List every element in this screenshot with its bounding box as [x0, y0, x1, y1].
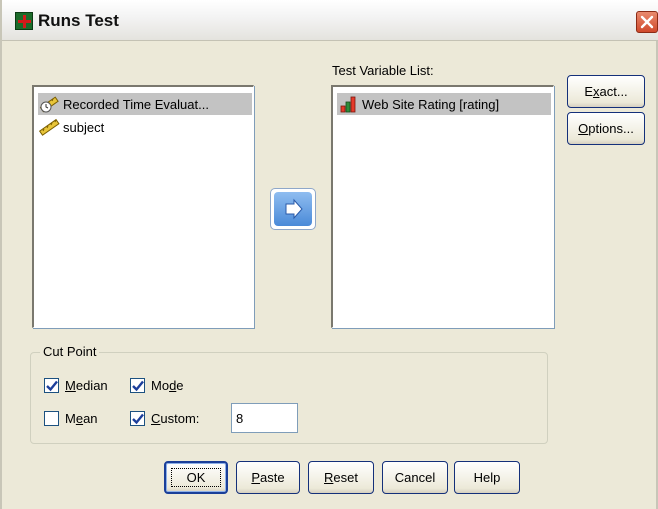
cancel-button-label: Cancel	[394, 470, 436, 485]
close-icon	[640, 15, 654, 29]
options-button-label: ptions...	[588, 121, 634, 136]
list-item[interactable]: subject	[38, 116, 104, 138]
arrow-right-icon	[285, 198, 303, 220]
mode-checkbox-box[interactable]	[130, 378, 145, 393]
mean-checkbox-box[interactable]	[44, 411, 59, 426]
checkmark-icon	[132, 380, 144, 392]
paste-button-label: aste	[260, 470, 285, 485]
app-grid-icon	[15, 12, 33, 30]
checkmark-icon	[132, 413, 144, 425]
median-checkbox[interactable]: Median	[44, 378, 108, 393]
median-checkbox-box[interactable]	[44, 378, 59, 393]
median-label: Median	[65, 378, 108, 393]
ordinal-bars-icon	[337, 94, 359, 114]
paste-button-mnemonic: P	[251, 470, 261, 485]
list-item-label: subject	[63, 119, 105, 135]
focus-rect	[171, 468, 221, 487]
reset-button-label: eset	[333, 470, 358, 485]
title-bar[interactable]: Runs Test	[2, 0, 658, 41]
runs-test-dialog: Runs Test Recorded Time Evaluat... subje…	[0, 0, 658, 509]
move-variable-button[interactable]	[270, 188, 316, 230]
dialog-title: Runs Test	[38, 11, 119, 30]
exact-button-label-rest: act...	[599, 84, 628, 99]
reset-button[interactable]: Reset	[308, 461, 374, 494]
options-button-mnemonic: O	[578, 121, 589, 136]
mean-label: Mean	[65, 411, 98, 426]
test-variable-list-label: Test Variable List:	[332, 63, 434, 78]
source-variable-list[interactable]: Recorded Time Evaluat... subject	[32, 85, 254, 328]
paste-button[interactable]: Paste	[236, 461, 300, 494]
checkmark-icon	[46, 380, 58, 392]
mean-checkbox[interactable]: Mean	[44, 411, 98, 426]
custom-cut-point-input[interactable]	[231, 403, 298, 433]
test-variable-list[interactable]: Web Site Rating [rating]	[331, 85, 554, 328]
close-button[interactable]	[636, 11, 658, 33]
options-button[interactable]: Options...	[567, 112, 645, 145]
list-item-label: Web Site Rating [rating]	[362, 96, 500, 112]
exact-button-label: E	[584, 84, 593, 99]
cut-point-legend: Cut Point	[40, 344, 100, 359]
mode-checkbox[interactable]: Mode	[130, 378, 184, 393]
list-item[interactable]: Web Site Rating [rating]	[337, 93, 551, 115]
list-item-label: Recorded Time Evaluat...	[63, 96, 209, 112]
list-item[interactable]: Recorded Time Evaluat...	[38, 93, 252, 115]
cancel-button[interactable]: Cancel	[382, 461, 448, 494]
help-button-label: Help	[473, 470, 501, 485]
help-button[interactable]: Help	[454, 461, 520, 494]
scale-ruler-icon	[38, 117, 60, 137]
exact-button[interactable]: Ex act...	[567, 75, 645, 108]
scale-ruler-clock-icon	[38, 94, 60, 114]
mode-label: Mode	[151, 378, 184, 393]
reset-button-mnemonic: R	[324, 470, 334, 485]
ok-button[interactable]: OK	[164, 461, 228, 494]
custom-checkbox-box[interactable]	[130, 411, 145, 426]
custom-label: Custom:	[151, 411, 200, 426]
custom-checkbox[interactable]: Custom:	[130, 411, 199, 426]
